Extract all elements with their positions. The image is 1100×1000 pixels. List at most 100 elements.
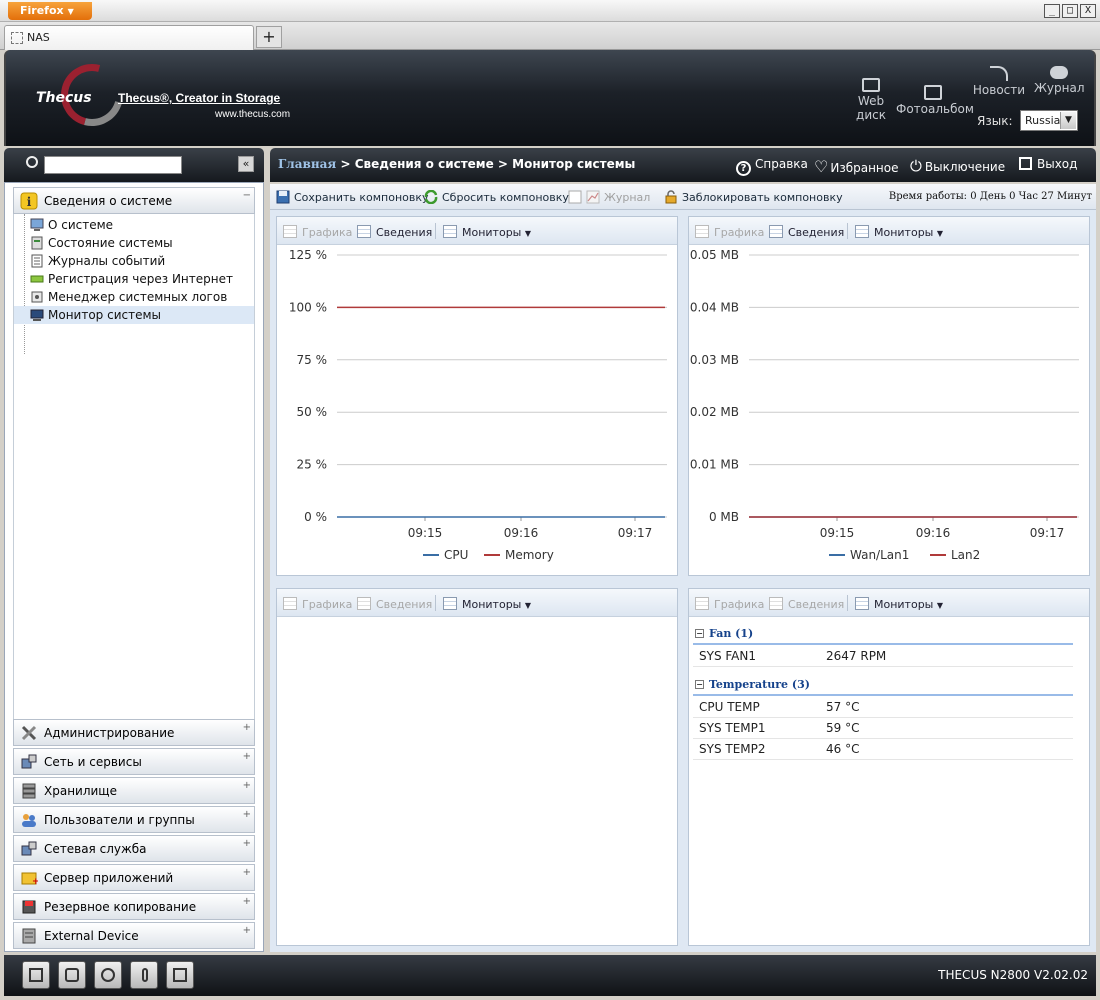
brand-url[interactable]: www.thecus.com — [215, 109, 290, 120]
collapse-sidebar-button[interactable]: « — [238, 156, 254, 172]
caret-down-icon: ▼ — [936, 229, 944, 238]
section-network-service[interactable]: Сетевая служба + — [13, 835, 255, 862]
firefox-menu-button[interactable]: Firefox ▼ — [8, 2, 92, 20]
photo-album-link[interactable]: Фотоальбом — [896, 85, 974, 116]
graph-icon — [283, 225, 297, 238]
monitor-panel-cpu-memory: Графика Сведения Мониторы ▼ 125 % 100 % 75… — [276, 216, 678, 576]
sidebar-item-about[interactable]: О системе — [14, 216, 254, 234]
reset-layout-button[interactable]: Сбросить компоновку — [424, 190, 569, 204]
sidebar-item-syslog-manager[interactable]: Менеджер системных логов — [14, 288, 254, 306]
breadcrumb-home-link[interactable]: Главная — [278, 157, 336, 171]
sidebar-header: « — [4, 148, 264, 182]
caret-down-icon: ▼ — [524, 229, 532, 238]
caret-down-icon: ▼ — [67, 7, 74, 16]
monitor-panel-empty: Графика Сведения Мониторы ▼ — [276, 588, 678, 946]
cpu-memory-chart: 125 % 100 % 75 % 50 % 25 % 0 % 09:15 09:16 09:17… — [289, 248, 667, 562]
expand-icon: + — [242, 780, 251, 791]
fan-status-button[interactable] — [94, 961, 122, 989]
y-tick-label: 100 % — [289, 300, 327, 314]
close-button[interactable]: X — [1080, 4, 1096, 18]
table-icon — [769, 225, 783, 238]
temperature-status-button[interactable] — [130, 961, 158, 989]
collapse-icon[interactable]: − — [695, 629, 704, 638]
section-system-info[interactable]: i Сведения о системе − — [13, 187, 255, 214]
journal-link[interactable]: Журнал — [1034, 66, 1085, 95]
uptime-readout: Время работы: 0 День 0 Час 27 Минут — [888, 191, 1092, 202]
disk-status-button[interactable] — [58, 961, 86, 989]
new-tab-button[interactable]: + — [256, 26, 282, 48]
save-layout-button[interactable]: Сохранить компоновку — [276, 190, 429, 204]
search-input[interactable] — [44, 156, 182, 174]
browser-tab-nas[interactable]: NAS — [4, 25, 254, 50]
section-network-services[interactable]: Сеть и сервисы + — [13, 748, 255, 775]
rss-icon — [990, 66, 1008, 81]
sidebar-item-online-registration[interactable]: Регистрация через Интернет — [14, 270, 254, 288]
x-tick-label: 09:17 — [618, 526, 653, 540]
sidebar-item-event-logs[interactable]: Журналы событий — [14, 252, 254, 270]
language-select[interactable]: Russia ▼ — [1020, 110, 1078, 131]
graph-tab[interactable]: Графика — [283, 597, 352, 611]
temperature-group-header[interactable]: − Temperature (3) — [693, 678, 1073, 696]
section-users-groups[interactable]: Пользователи и группы + — [13, 806, 255, 833]
maximize-button[interactable]: □ — [1062, 4, 1078, 18]
graph-icon — [283, 597, 297, 610]
storage-icon — [22, 783, 36, 799]
fan-group-header[interactable]: − Fan (1) — [693, 627, 1073, 645]
save-icon — [276, 190, 290, 204]
tools-icon — [21, 725, 37, 741]
collapse-icon: − — [242, 190, 251, 201]
favorites-link[interactable]: ♡ Избранное — [814, 157, 899, 176]
sidebar-item-status[interactable]: Состояние системы — [14, 234, 254, 252]
monitors-dropdown[interactable]: Мониторы ▼ — [855, 597, 943, 611]
details-tab[interactable]: Сведения — [769, 225, 844, 239]
exit-icon — [1019, 157, 1032, 170]
collapse-icon[interactable]: − — [695, 680, 704, 689]
minimize-button[interactable]: _ — [1044, 4, 1060, 18]
details-tab[interactable]: Сведения — [357, 225, 432, 239]
logout-link[interactable]: Выход — [1019, 157, 1077, 171]
monitor-panel-toolbar: Графика Сведения Мониторы ▼ — [689, 589, 1089, 617]
graph-tab[interactable]: Графика — [695, 225, 764, 239]
graph-tab[interactable]: Графика — [283, 225, 352, 239]
y-tick-label: 0.01 MB — [690, 458, 739, 472]
section-external-device[interactable]: External Device + — [13, 922, 255, 949]
lock-layout-button[interactable]: Заблокировать компоновку — [664, 190, 843, 204]
shutdown-link[interactable]: ⏻ Выключение — [910, 157, 1005, 175]
expand-icon: + — [242, 896, 251, 907]
graph-tab[interactable]: Графика — [695, 597, 764, 611]
monitors-dropdown[interactable]: Мониторы ▼ — [443, 225, 531, 239]
journal-toggle-button[interactable]: Журнал — [568, 190, 650, 204]
section-backup[interactable]: Резервное копирование + — [13, 893, 255, 920]
table-row: SYS TEMP1 59 °C — [693, 718, 1073, 739]
register-icon — [30, 275, 44, 283]
graph-icon — [695, 597, 709, 610]
monitor-panel-sensors: Графика Сведения Мониторы ▼ − Fan (1) SYS… — [688, 588, 1090, 946]
help-icon: ? — [736, 161, 751, 176]
monitors-dropdown[interactable]: Мониторы ▼ — [855, 225, 943, 239]
news-link[interactable]: Новости — [972, 66, 1026, 97]
details-tab[interactable]: Сведения — [357, 597, 432, 611]
lock-icon — [665, 190, 677, 204]
details-tab[interactable]: Сведения — [769, 597, 844, 611]
webdisk-link[interactable]: Web диск — [854, 78, 888, 122]
window-controls: _ □ X — [1044, 4, 1096, 18]
server-status-button[interactable] — [22, 961, 50, 989]
table-row: SYS TEMP2 46 °C — [693, 739, 1073, 760]
info-icon: i — [20, 192, 38, 210]
sidebar-item-system-monitor[interactable]: Монитор системы — [14, 306, 254, 324]
network-status-button[interactable] — [166, 961, 194, 989]
y-tick-label: 0.05 MB — [690, 248, 739, 262]
x-tick-label: 09:17 — [1030, 526, 1065, 540]
status-bar: THECUS N2800 V2.02.02 — [4, 955, 1096, 996]
section-storage[interactable]: Хранилище + — [13, 777, 255, 804]
section-administration[interactable]: Администрирование + — [13, 719, 255, 746]
expand-icon: + — [242, 722, 251, 733]
legend-label: CPU — [444, 548, 468, 562]
section-application-server[interactable]: + Сервер приложений + — [13, 864, 255, 891]
x-tick-label: 09:16 — [504, 526, 539, 540]
main-topbar: Главная > Сведения о системе > Монитор с… — [270, 148, 1096, 182]
monitors-dropdown[interactable]: Мониторы ▼ — [443, 597, 531, 611]
breadcrumb-path: > Сведения о системе > Монитор системы — [336, 157, 636, 171]
help-link[interactable]: ? Справка — [736, 157, 808, 176]
photo-icon — [924, 85, 942, 100]
